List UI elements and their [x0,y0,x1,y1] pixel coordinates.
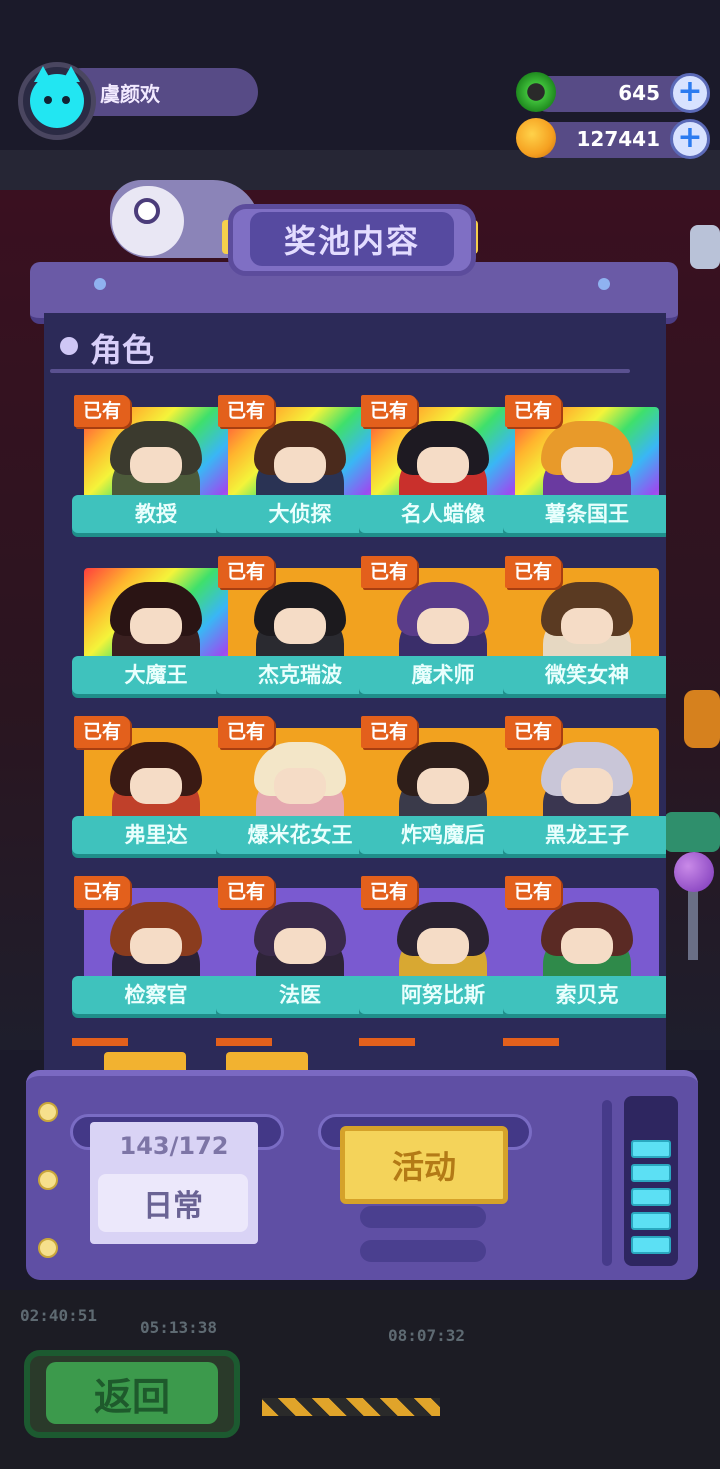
timer-2: 05:13:38 [140,1318,218,1337]
owned-badge: 已有 [361,395,417,427]
owned-badge: 已有 [361,876,417,908]
currency-bar-gems: 645 + [516,72,710,113]
character-name: 炸鸡魔后 [359,816,527,854]
slot-groove [360,1240,486,1262]
owned-badge: 已有 [218,556,274,588]
owned-badge: 已有 [361,556,417,588]
character-name: 教授 [72,495,240,533]
orange-planet-icon [516,118,556,158]
daily-tab-button[interactable]: 日常 [98,1174,248,1232]
character-card[interactable]: 已有 阿努比斯 [359,876,527,1028]
section-title: 角色 [90,331,155,369]
event-tab-button[interactable]: 活动 [340,1126,508,1204]
green-ring-icon [516,72,556,112]
collection-progress: 143/172 [119,1132,229,1160]
character-card[interactable]: 已有 微笑女神 [503,556,666,708]
owned-badge: 已有 [218,395,274,427]
timer-3: 08:07:32 [388,1326,466,1345]
side-sign-decor [664,812,720,852]
coin-count: 127441 [576,127,661,151]
character-card[interactable]: 已有 炸鸡魔后 [359,716,527,868]
hazard-stripe-decor [262,1398,440,1416]
section-divider [50,369,630,373]
owned-badge: 已有 [361,716,417,748]
owned-badge: 已有 [74,876,130,908]
daily-pool-ticket[interactable]: 143/172 日常 [90,1122,258,1244]
character-card[interactable]: 已有 法医 [216,876,384,1028]
lever-rod [688,890,698,960]
character-card[interactable]: 已有 弗里达 [72,716,240,868]
character-name: 薯条国王 [503,495,666,533]
character-card[interactable]: 已有 爆米花女王 [216,716,384,868]
character-card[interactable]: 已有 杰克瑞波 [216,556,384,708]
owned-badge: 已有 [505,395,561,427]
timer-1: 02:40:51 [20,1306,98,1325]
character-name: 检察官 [72,976,240,1014]
back-button-frame[interactable]: 返回 [24,1350,240,1438]
owned-badge: 已有 [505,556,561,588]
bolt-decor [38,1170,58,1190]
side-lamp-decor [690,225,720,269]
machine-rail [602,1100,612,1266]
owned-badge-peek [216,1038,272,1046]
add-coins-button[interactable]: + [670,119,710,159]
side-machine-decor [684,690,720,748]
owned-badge: 已有 [505,716,561,748]
character-card[interactable]: 已有 魔术师 [359,556,527,708]
character-name: 索贝克 [503,976,666,1014]
bolt-decor [38,1238,58,1258]
gem-count: 645 [618,81,660,105]
player-name: 虞颜欢 [100,82,160,106]
panel-title: 奖池内容 [250,212,454,266]
fish-eye-decor [134,198,160,224]
character-card[interactable]: 已有 薯条国王 [503,395,666,547]
character-card[interactable]: 已有 教授 [72,395,240,547]
owned-badge: 已有 [218,876,274,908]
player-avatar[interactable] [18,62,96,140]
owned-badge-peek [72,1038,128,1046]
lever-knob[interactable] [674,852,714,892]
character-name: 魔术师 [359,656,527,694]
owned-badge-peek [359,1038,415,1046]
character-name: 弗里达 [72,816,240,854]
character-card[interactable]: 已有 检察官 [72,876,240,1028]
add-gems-button[interactable]: + [670,73,710,113]
character-name: 阿努比斯 [359,976,527,1014]
character-name: 大魔王 [72,656,240,694]
owned-badge-peek [503,1038,559,1046]
character-card[interactable]: 已有 名人蜡像 [359,395,527,547]
owned-badge: 已有 [74,716,130,748]
currency-bar-coins: 127441 + [516,118,710,159]
section-bullet-icon [60,337,78,355]
owned-badge: 已有 [74,395,130,427]
bolt-decor [38,1102,58,1122]
owned-badge: 已有 [505,876,561,908]
back-button[interactable]: 返回 [46,1362,218,1424]
cat-avatar-icon [30,66,84,128]
character-name: 黑龙王子 [503,816,666,854]
character-card[interactable]: 已有 黑龙王子 [503,716,666,868]
character-card[interactable]: 已有 索贝克 [503,876,666,1028]
slot-groove [360,1206,486,1228]
character-card[interactable]: 已有 大侦探 [216,395,384,547]
character-name: 名人蜡像 [359,495,527,533]
owned-badge: 已有 [218,716,274,748]
character-card[interactable]: 大魔王 [72,558,240,708]
prize-pool-list[interactable]: 角色 已有 教授 已有 大侦探 已有 名人蜡像 已有 薯条国王 大魔王 已有 杰克瑞波 已有 魔术师 已有… [44,313,666,1073]
character-name: 微笑女神 [503,656,666,694]
level-meter [624,1096,678,1266]
